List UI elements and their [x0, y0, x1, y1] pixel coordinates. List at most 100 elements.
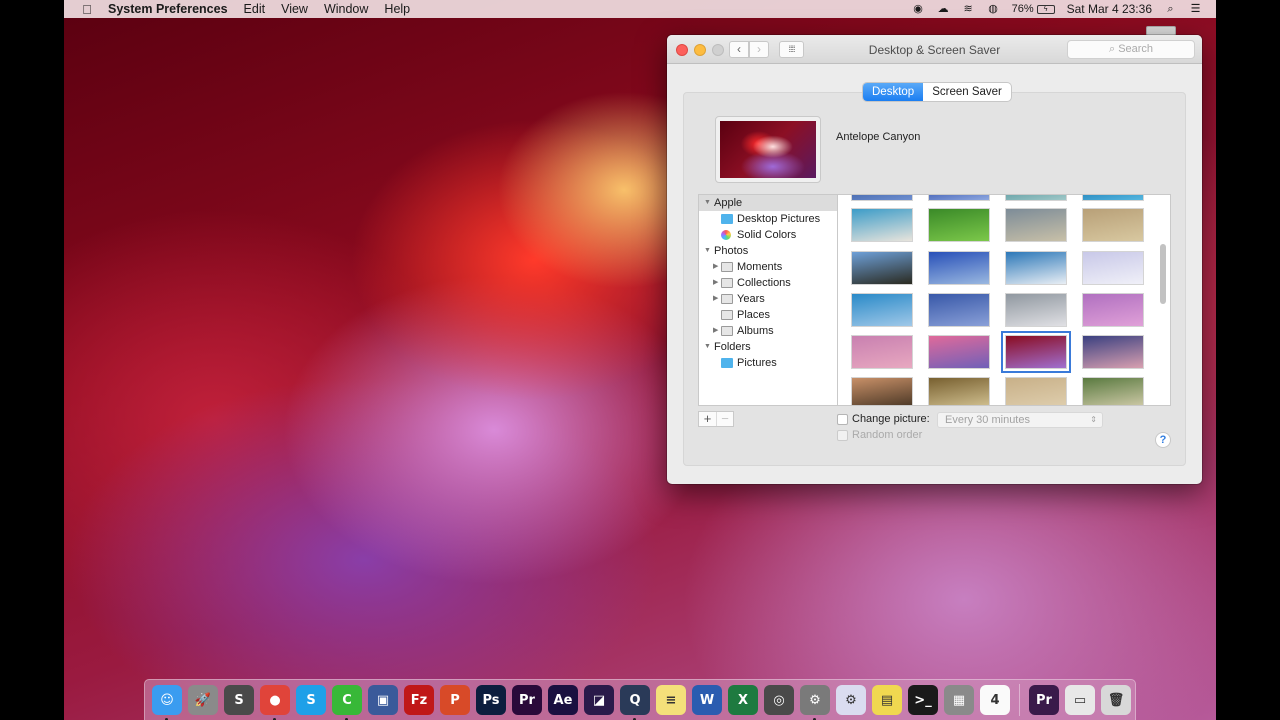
wallpaper-thumb-antelope-canyon[interactable]	[1001, 331, 1071, 373]
disclosure-collapsed-icon[interactable]: ▶	[713, 259, 718, 275]
tab-screen-saver[interactable]: Screen Saver	[923, 83, 1011, 101]
change-picture-label: Change picture:	[852, 413, 930, 425]
menu-edit[interactable]: Edit	[236, 2, 274, 16]
disclosure-collapsed-icon[interactable]: ▶	[713, 291, 718, 307]
grid-scrollbar[interactable]	[1160, 244, 1166, 304]
dock-item-chrome-download[interactable]: ▭	[1062, 683, 1098, 717]
wallpaper-thumb-green-leaves[interactable]	[928, 208, 990, 242]
dock-app-virtualbox[interactable]: ▣	[365, 683, 401, 717]
wifi-icon[interactable]: ≋	[962, 3, 975, 16]
wallpaper-thumb-lake-reflection[interactable]	[1082, 335, 1144, 369]
dock-app-skype[interactable]: S	[293, 683, 329, 717]
menu-view[interactable]: View	[273, 2, 316, 16]
dock-app-cleanmymac[interactable]: C	[329, 683, 365, 720]
random-order-checkbox[interactable]	[837, 430, 848, 441]
remove-folder-button[interactable]: −	[716, 412, 733, 426]
spotlight-search-icon[interactable]: ⌕	[1164, 3, 1177, 16]
disclosure-expanded-icon[interactable]: ▼	[704, 243, 711, 259]
wallpaper-thumb-mountain-mist[interactable]	[851, 251, 913, 285]
dock-item-trash[interactable]: 🗑	[1098, 683, 1134, 717]
dock-app-photoshop[interactable]: Ps	[473, 683, 509, 717]
change-picture-checkbox[interactable]	[837, 414, 848, 425]
wallpaper-thumb-sand-dunes[interactable]	[1082, 208, 1144, 242]
notification-center-icon[interactable]: ☰	[1189, 3, 1202, 16]
dock-app-media-encoder[interactable]: ◪	[581, 683, 617, 717]
filezilla-icon: Fz	[404, 685, 434, 715]
system-preferences-icon: ⚙	[800, 685, 830, 715]
wallpaper-thumb-purple-mountain[interactable]	[928, 335, 990, 369]
dock-app-digital-color-meter[interactable]: ◎	[761, 683, 797, 717]
source-item-solid-colors[interactable]: Solid Colors	[699, 227, 837, 243]
folder-gray-icon	[721, 294, 733, 304]
wallpaper-thumb-sunset-lake[interactable]	[851, 377, 913, 405]
dock-app-automator-settings[interactable]: ⚙	[833, 683, 869, 717]
source-item-collections[interactable]: ▶ Collections	[699, 275, 837, 291]
dock-app-notes[interactable]: ≡	[653, 683, 689, 717]
apple-menu-icon[interactable]: 	[72, 2, 102, 17]
source-item-photos[interactable]: ▼ Photos	[699, 243, 837, 259]
source-item-apple[interactable]: ▼ Apple	[699, 195, 837, 211]
wallpaper-thumb-blue-strip-1[interactable]	[851, 195, 913, 201]
dock-app-filezilla[interactable]: Fz	[401, 683, 437, 717]
dock-app-calendar[interactable]: 4	[977, 683, 1013, 717]
dock-app-finder[interactable]: ☺	[149, 683, 185, 720]
disclosure-collapsed-icon[interactable]: ▶	[713, 275, 718, 291]
help-button[interactable]: ?	[1155, 432, 1171, 448]
dock-item-premiere-project[interactable]: Pr	[1026, 683, 1062, 717]
wallpaper-thumb-sand-plain[interactable]	[1005, 377, 1067, 405]
wallpaper-thumb-pink-clouds[interactable]	[851, 335, 913, 369]
wallpaper-thumb-abstract-gray[interactable]	[1005, 208, 1067, 242]
dock-app-word[interactable]: W	[689, 683, 725, 717]
clock[interactable]: Sat Mar 4 23:36	[1067, 2, 1152, 16]
dock-app-quicktime-player[interactable]: Q	[617, 683, 653, 720]
menu-help[interactable]: Help	[376, 2, 418, 16]
wallpaper-thumb-ice-crack[interactable]	[1005, 251, 1067, 285]
add-folder-button[interactable]: +	[699, 412, 716, 426]
wallpaper-thumb-teal-strip[interactable]	[1005, 195, 1067, 201]
dock-app-premiere-pro[interactable]: Pr	[509, 683, 545, 717]
title-bar[interactable]: ‹ › ⁞⁞⁞⁞ Desktop & Screen Saver ⌕ Search	[667, 35, 1202, 64]
dock-app-after-effects[interactable]: Ae	[545, 683, 581, 717]
source-item-moments[interactable]: ▶ Moments	[699, 259, 837, 275]
wallpaper-thumb-snow-drifts[interactable]	[1082, 251, 1144, 285]
tab-desktop[interactable]: Desktop	[863, 83, 924, 101]
wallpaper-thumb-frozen-trees[interactable]	[851, 293, 913, 327]
source-item-label: Moments	[737, 261, 783, 273]
source-item-pictures[interactable]: Pictures	[699, 355, 837, 371]
wallpaper-thumb-purple-hills[interactable]	[1082, 293, 1144, 327]
dock-app-system-preferences[interactable]: ⚙	[797, 683, 833, 720]
change-interval-select[interactable]: Every 30 minutes ⇕	[937, 412, 1103, 428]
dock-app-terminal[interactable]: >_	[905, 683, 941, 717]
source-item-folders[interactable]: ▼ Folders	[699, 339, 837, 355]
dock-app-sublime-text[interactable]: S	[221, 683, 257, 717]
search-field[interactable]: ⌕ Search	[1067, 40, 1195, 59]
dock-app-excel[interactable]: X	[725, 683, 761, 717]
dock-app-google-chrome[interactable]: ●	[257, 683, 293, 720]
menu-window[interactable]: Window	[316, 2, 376, 16]
menu-app-name[interactable]: System Preferences	[102, 2, 236, 16]
disclosure-expanded-icon[interactable]: ▼	[704, 339, 711, 355]
dock-app-stickies[interactable]: ▤	[869, 683, 905, 717]
wallpaper-thumb-blue-texture[interactable]	[928, 293, 990, 327]
wallpaper-thumb-beach[interactable]	[851, 208, 913, 242]
dock-app-launchpad[interactable]: 🚀	[185, 683, 221, 717]
wallpaper-thumb-foggy-lake[interactable]	[1005, 293, 1067, 327]
wallpaper-thumb-golden-cliffs[interactable]	[928, 377, 990, 405]
source-item-desktop-pictures[interactable]: Desktop Pictures	[699, 211, 837, 227]
wallpaper-thumb-ocean-strip[interactable]	[1082, 195, 1144, 201]
wallpaper-thumb-elephant[interactable]	[1082, 377, 1144, 405]
disclosure-expanded-icon[interactable]: ▼	[704, 195, 711, 211]
source-item-albums[interactable]: ▶ Albums	[699, 323, 837, 339]
screen-record-icon[interactable]: ◉	[912, 3, 925, 16]
source-item-places[interactable]: Places	[699, 307, 837, 323]
wallpaper-thumb-blue-strip-2[interactable]	[928, 195, 990, 201]
wallpaper-thumb-blue-horizon[interactable]	[928, 251, 990, 285]
creative-cloud-icon[interactable]: ☁	[937, 3, 950, 16]
disclosure-collapsed-icon[interactable]: ▶	[713, 323, 718, 339]
source-item-years[interactable]: ▶ Years	[699, 291, 837, 307]
dock-app-calculator[interactable]: ▦	[941, 683, 977, 717]
time-machine-icon[interactable]: ◍	[987, 3, 1000, 16]
battery-status[interactable]: 76% ϟ	[1012, 3, 1055, 15]
dock-app-powerpoint[interactable]: P	[437, 683, 473, 717]
battery-charging-icon: ϟ	[1036, 4, 1055, 14]
